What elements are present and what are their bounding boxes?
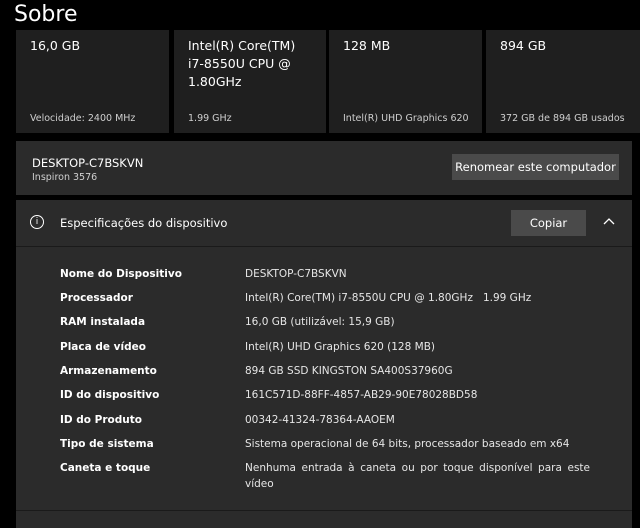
spec-key: Placa de vídeo — [60, 341, 146, 353]
card-main: 894 GB — [500, 38, 547, 53]
spec-value: 161C571D-88FF-4857-AB29-90E78028BD58 — [245, 389, 478, 401]
spec-key: ID do Produto — [60, 414, 142, 426]
specs-header[interactable]: i Especificações do dispositivo Copiar — [16, 200, 632, 247]
chevron-up-icon[interactable] — [602, 214, 616, 228]
info-icon: i — [30, 215, 44, 229]
spec-value: Nenhuma entrada à caneta ou por toque di… — [245, 462, 590, 490]
device-bar: DESKTOP-C7BSKVN Inspiron 3576 Renomear e… — [16, 141, 632, 195]
spec-key: Tipo de sistema — [60, 438, 154, 450]
spec-value: Intel(R) Core(TM) i7-8550U CPU @ 1.80GHz… — [245, 292, 532, 304]
spec-key: Armazenamento — [60, 365, 157, 377]
spec-value: DESKTOP-C7BSKVN — [245, 268, 347, 280]
spec-value: Intel(R) UHD Graphics 620 (128 MB) — [245, 341, 435, 353]
spec-key: Processador — [60, 292, 133, 304]
summary-cards: 16,0 GB Velocidade: 2400 MHz Intel(R) Co… — [16, 30, 640, 133]
card-main: Intel(R) Core(TM) i7-8550U CPU @ 1.80GHz — [188, 38, 296, 89]
graphics-card: 128 MB Intel(R) UHD Graphics 620 — [329, 30, 482, 133]
spec-key: RAM instalada — [60, 316, 146, 328]
divider — [16, 510, 632, 511]
copy-button[interactable]: Copiar — [511, 210, 586, 236]
device-name: DESKTOP-C7BSKVN — [32, 156, 144, 170]
card-sub: Intel(R) UHD Graphics 620 — [343, 113, 469, 124]
card-main: 16,0 GB — [30, 38, 81, 53]
spec-key: Nome do Dispositivo — [60, 268, 182, 280]
page-title: Sobre — [14, 2, 78, 27]
storage-card: 894 GB 372 GB de 894 GB usados — [486, 30, 640, 133]
spec-value: Sistema operacional de 64 bits, processa… — [245, 438, 570, 450]
spec-key: ID do dispositivo — [60, 389, 160, 401]
spec-value: 16,0 GB (utilizável: 15,9 GB) — [245, 316, 395, 328]
memory-card: 16,0 GB Velocidade: 2400 MHz — [16, 30, 169, 133]
card-sub: 1.99 GHz — [188, 113, 232, 124]
device-specs-panel: i Especificações do dispositivo Copiar N… — [16, 200, 632, 528]
card-sub: 372 GB de 894 GB usados — [500, 113, 625, 124]
spec-value: 894 GB SSD KINGSTON SA400S37960G — [245, 365, 453, 377]
card-sub: Velocidade: 2400 MHz — [30, 113, 136, 124]
rename-button[interactable]: Renomear este computador — [452, 154, 619, 180]
card-main: 128 MB — [343, 38, 391, 53]
spec-value: 00342-41324-78364-AAOEM — [245, 414, 395, 426]
spec-key: Caneta e toque — [60, 462, 151, 474]
device-model: Inspiron 3576 — [32, 172, 98, 183]
processor-card: Intel(R) Core(TM) i7-8550U CPU @ 1.80GHz… — [174, 30, 326, 133]
specs-title: Especificações do dispositivo — [60, 216, 228, 230]
